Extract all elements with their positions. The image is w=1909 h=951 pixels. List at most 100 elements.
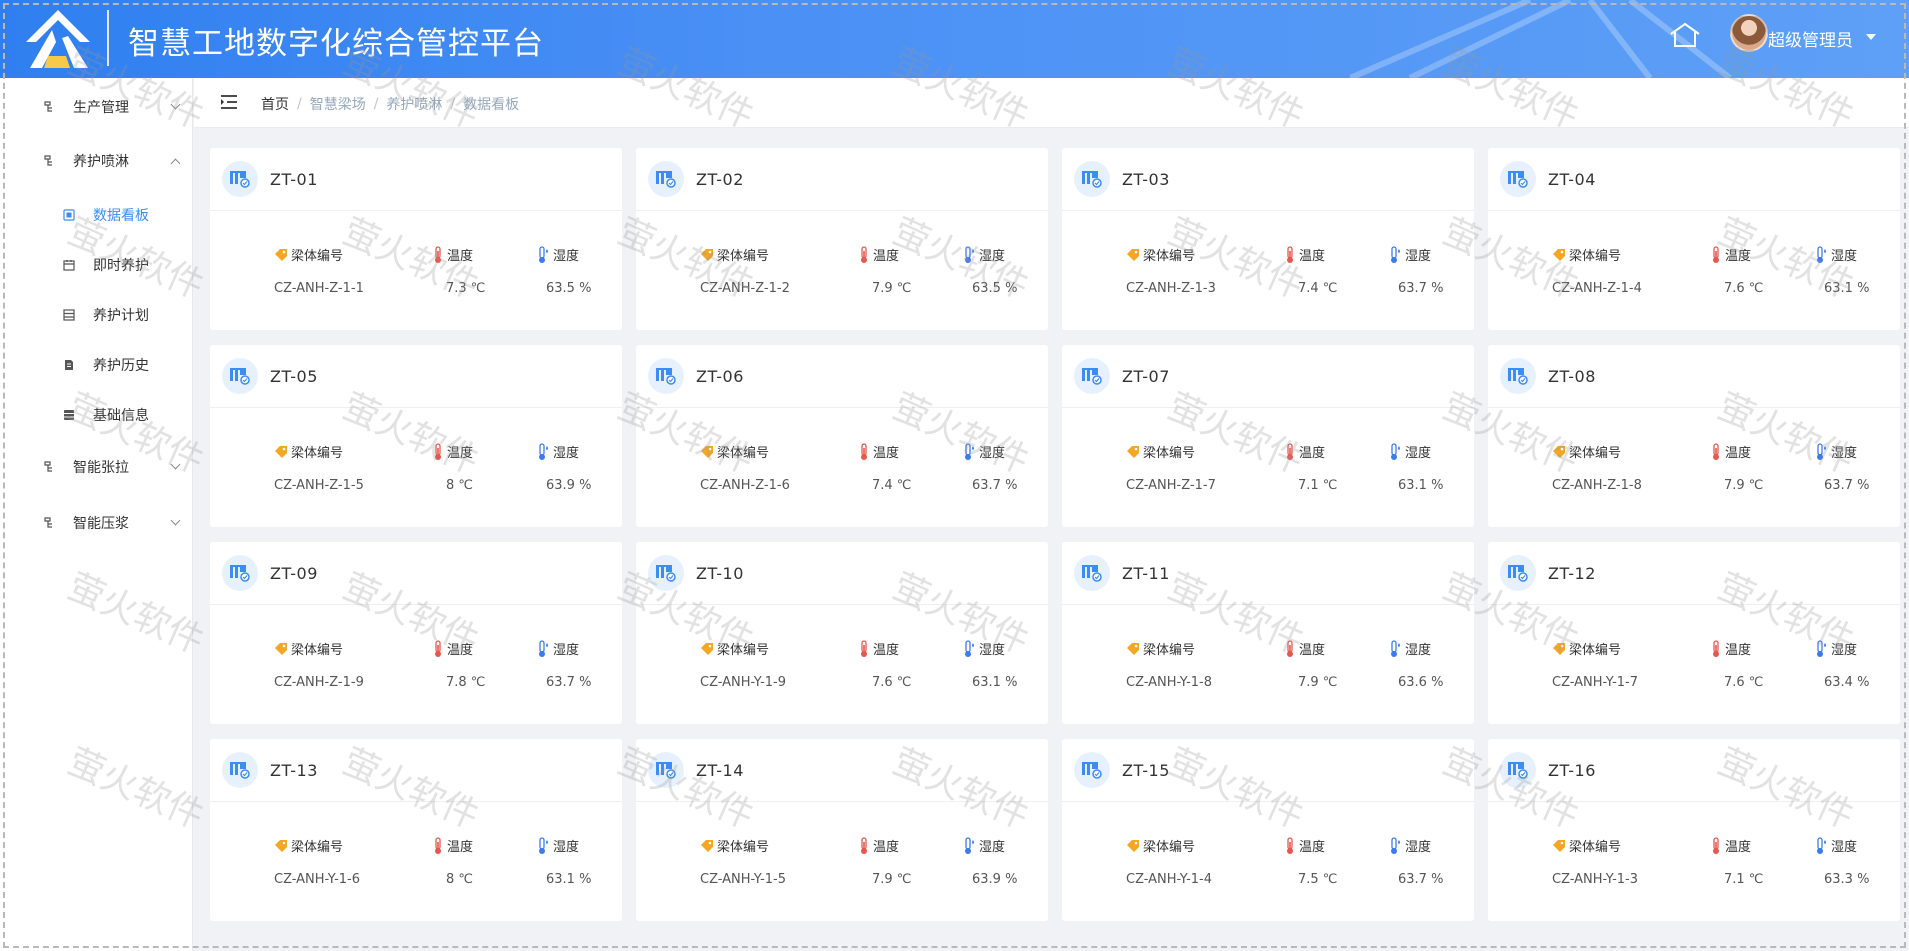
- sprinkler-device-icon: [222, 358, 258, 394]
- sprinkler-device-icon: [648, 555, 684, 591]
- sidebar-item-curing-spray[interactable]: 养护喷淋: [0, 141, 193, 181]
- tag-icon: [1127, 445, 1139, 458]
- device-card[interactable]: ZT-11 梁体编号 温度 湿度 CZ-ANH-Y-1-8 7.9 ℃ 63.6…: [1062, 542, 1474, 724]
- sidebar-item-curing-plan[interactable]: 养护计划: [0, 295, 193, 335]
- tag-icon: [1127, 248, 1139, 261]
- device-card-header: ZT-07: [1062, 345, 1474, 408]
- sidebar-item-curing-history[interactable]: 养护历史: [0, 345, 193, 385]
- humidity-value: 63.9 %: [546, 478, 592, 493]
- thermometer-icon: [1287, 639, 1293, 657]
- humidity-value: 63.1 %: [1824, 281, 1870, 296]
- temperature-label-text: 温度: [873, 446, 900, 461]
- breadcrumb-home[interactable]: 首页: [261, 94, 289, 114]
- sprinkler-device-icon: [1074, 555, 1110, 591]
- beam-code-label-text: 梁体编号: [717, 446, 770, 461]
- home-button[interactable]: [1668, 18, 1702, 52]
- beam-code-value: CZ-ANH-Z-1-7: [1126, 478, 1216, 493]
- temperature-label: 温度: [432, 639, 473, 658]
- beam-code-value: CZ-ANH-Z-1-2: [700, 281, 790, 296]
- avatar[interactable]: [1730, 14, 1768, 52]
- device-card[interactable]: ZT-06 梁体编号 温度 湿度 CZ-ANH-Z-1-6 7.4 ℃ 63.7…: [636, 345, 1048, 527]
- database-icon: [64, 410, 74, 420]
- sprinkler-device-icon: [648, 161, 684, 197]
- humidity-label: 湿度: [1814, 245, 1857, 264]
- breadcrumb-separator: /: [450, 96, 456, 112]
- humidity-label: 湿度: [1388, 836, 1431, 855]
- humidity-value: 63.6 %: [1398, 675, 1444, 690]
- tree-icon: [44, 517, 52, 528]
- chevron-down-icon[interactable]: [1866, 34, 1876, 40]
- sprinkler-device-icon: [1074, 358, 1110, 394]
- humidity-thermometer-icon: [965, 442, 974, 460]
- temperature-label: 温度: [1710, 639, 1751, 658]
- sprinkler-device-icon: [222, 161, 258, 197]
- temperature-value: 7.3 ℃: [446, 281, 486, 296]
- device-card[interactable]: ZT-03 梁体编号 温度 湿度 CZ-ANH-Z-1-3 7.4 ℃ 63.7…: [1062, 148, 1474, 330]
- humidity-label: 湿度: [962, 245, 1005, 264]
- device-card[interactable]: ZT-12 梁体编号 温度 湿度 CZ-ANH-Y-1-7 7.6 ℃ 63.4…: [1488, 542, 1900, 724]
- beam-code-value: CZ-ANH-Y-1-3: [1552, 872, 1639, 887]
- humidity-thermometer-icon: [1391, 836, 1400, 854]
- menu-collapse-icon[interactable]: [220, 94, 238, 110]
- temperature-label-text: 温度: [1299, 643, 1326, 658]
- device-card[interactable]: ZT-09 梁体编号 温度 湿度 CZ-ANH-Z-1-9 7.8 ℃ 63.7…: [210, 542, 622, 724]
- humidity-label-text: 湿度: [1405, 643, 1432, 658]
- sidebar-item-data-board[interactable]: 数据看板: [0, 195, 193, 235]
- temperature-label-text: 温度: [1725, 446, 1752, 461]
- top-header: 智慧工地数字化综合管控平台 超级管理员: [0, 0, 1909, 78]
- humidity-label-text: 湿度: [553, 446, 580, 461]
- device-id: ZT-14: [696, 761, 744, 780]
- tag-icon: [275, 445, 287, 458]
- temperature-value: 7.8 ℃: [446, 675, 486, 690]
- humidity-label: 湿度: [962, 639, 1005, 658]
- humidity-label-text: 湿度: [979, 249, 1006, 264]
- device-card[interactable]: ZT-01 梁体编号 温度 湿度 CZ-ANH-Z-1-1 7.3 ℃ 63.5…: [210, 148, 622, 330]
- chevron-down-icon: [170, 99, 181, 110]
- humidity-thermometer-icon: [1817, 442, 1826, 460]
- device-card[interactable]: ZT-16 梁体编号 温度 湿度 CZ-ANH-Y-1-3 7.1 ℃ 63.3…: [1488, 739, 1900, 921]
- device-card-header: ZT-01: [210, 148, 622, 211]
- temperature-value: 7.9 ℃: [872, 281, 912, 296]
- beam-code-label: 梁体编号: [1552, 639, 1621, 658]
- device-card[interactable]: ZT-04 梁体编号 温度 湿度 CZ-ANH-Z-1-4 7.6 ℃ 63.1…: [1488, 148, 1900, 330]
- tag-icon: [1127, 839, 1139, 852]
- device-card[interactable]: ZT-10 梁体编号 温度 湿度 CZ-ANH-Y-1-9 7.6 ℃ 63.1…: [636, 542, 1048, 724]
- beam-code-value: CZ-ANH-Y-1-8: [1126, 675, 1213, 690]
- temperature-label: 温度: [1284, 639, 1325, 658]
- tag-icon: [1553, 642, 1565, 655]
- device-card[interactable]: ZT-15 梁体编号 温度 湿度 CZ-ANH-Y-1-4 7.5 ℃ 63.7…: [1062, 739, 1474, 921]
- device-card[interactable]: ZT-14 梁体编号 温度 湿度 CZ-ANH-Y-1-5 7.9 ℃ 63.9…: [636, 739, 1048, 921]
- beam-code-label: 梁体编号: [1126, 442, 1195, 461]
- user-name[interactable]: 超级管理员: [1768, 26, 1853, 51]
- device-card[interactable]: ZT-05 梁体编号 温度 湿度 CZ-ANH-Z-1-5 8 ℃ 63.9 %: [210, 345, 622, 527]
- device-card[interactable]: ZT-13 梁体编号 温度 湿度 CZ-ANH-Y-1-6 8 ℃ 63.1 %: [210, 739, 622, 921]
- sprinkler-device-icon: [648, 358, 684, 394]
- temperature-value: 7.6 ℃: [1724, 281, 1764, 296]
- sidebar-item-basic-info[interactable]: 基础信息: [0, 395, 193, 435]
- device-card[interactable]: ZT-07 梁体编号 温度 湿度 CZ-ANH-Z-1-7 7.1 ℃ 63.1…: [1062, 345, 1474, 527]
- app-title: 智慧工地数字化综合管控平台: [128, 26, 544, 62]
- beam-code-label-text: 梁体编号: [291, 643, 344, 658]
- dashboard-icon: [63, 209, 75, 221]
- sidebar-item-instant-curing[interactable]: 即时养护: [0, 245, 193, 285]
- beam-code-label-text: 梁体编号: [1569, 249, 1622, 264]
- sidebar-item-production[interactable]: 生产管理: [0, 87, 193, 127]
- sidebar-item-smart-tension[interactable]: 智能张拉: [0, 447, 193, 487]
- breadcrumb: 首页 / 智慧梁场 / 养护喷淋 / 数据看板: [261, 94, 519, 114]
- humidity-label-text: 湿度: [553, 643, 580, 658]
- device-id: ZT-01: [270, 170, 318, 189]
- logo-divider: [107, 10, 109, 66]
- humidity-thermometer-icon: [1817, 836, 1826, 854]
- thermometer-icon: [1713, 245, 1719, 263]
- humidity-label: 湿度: [1814, 836, 1857, 855]
- humidity-label: 湿度: [536, 836, 579, 855]
- humidity-label: 湿度: [1814, 442, 1857, 461]
- device-card-header: ZT-10: [636, 542, 1048, 605]
- sidebar-item-smart-grouting[interactable]: 智能压浆: [0, 503, 193, 543]
- device-card-header: ZT-11: [1062, 542, 1474, 605]
- device-id: ZT-05: [270, 367, 318, 386]
- device-card[interactable]: ZT-02 梁体编号 温度 湿度 CZ-ANH-Z-1-2 7.9 ℃ 63.5…: [636, 148, 1048, 330]
- sprinkler-device-icon: [1500, 358, 1536, 394]
- device-card[interactable]: ZT-08 梁体编号 温度 湿度 CZ-ANH-Z-1-8 7.9 ℃ 63.7…: [1488, 345, 1900, 527]
- temperature-label: 温度: [858, 245, 899, 264]
